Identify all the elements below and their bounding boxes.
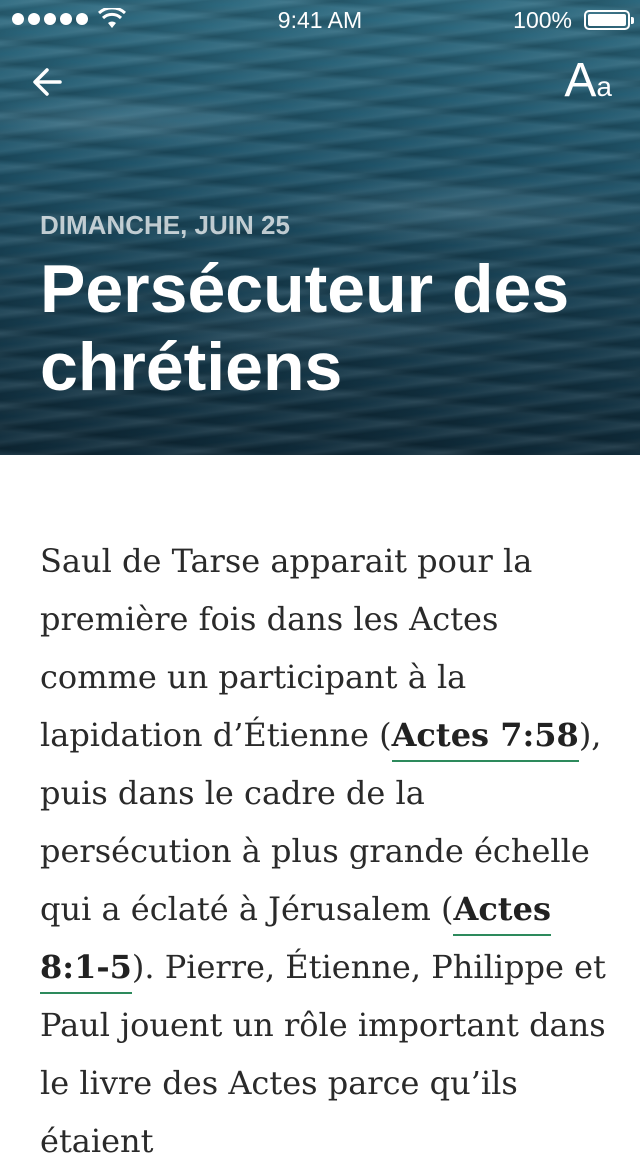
page-title: Persécuteur des chrétiens bbox=[40, 251, 570, 405]
status-bar: 9:41 AM 100% bbox=[0, 0, 640, 40]
font-size-icon-large-a: A bbox=[564, 54, 597, 107]
reading-date: DIMANCHE, JUIN 25 bbox=[40, 210, 290, 240]
reading-body: Saul de Tarse apparait pour la première … bbox=[40, 532, 610, 1170]
header-image: 9:41 AM 100% Aa DIMANCHE, JUIN 25 Perséc… bbox=[0, 0, 640, 455]
back-arrow-icon[interactable] bbox=[28, 60, 72, 104]
battery-icon bbox=[584, 10, 634, 30]
scripture-reference-link[interactable]: Actes 7:58 bbox=[391, 716, 579, 762]
font-size-button[interactable]: Aa bbox=[564, 56, 612, 106]
font-size-icon-small-a: a bbox=[596, 71, 612, 102]
battery-percentage: 100% bbox=[513, 7, 572, 33]
